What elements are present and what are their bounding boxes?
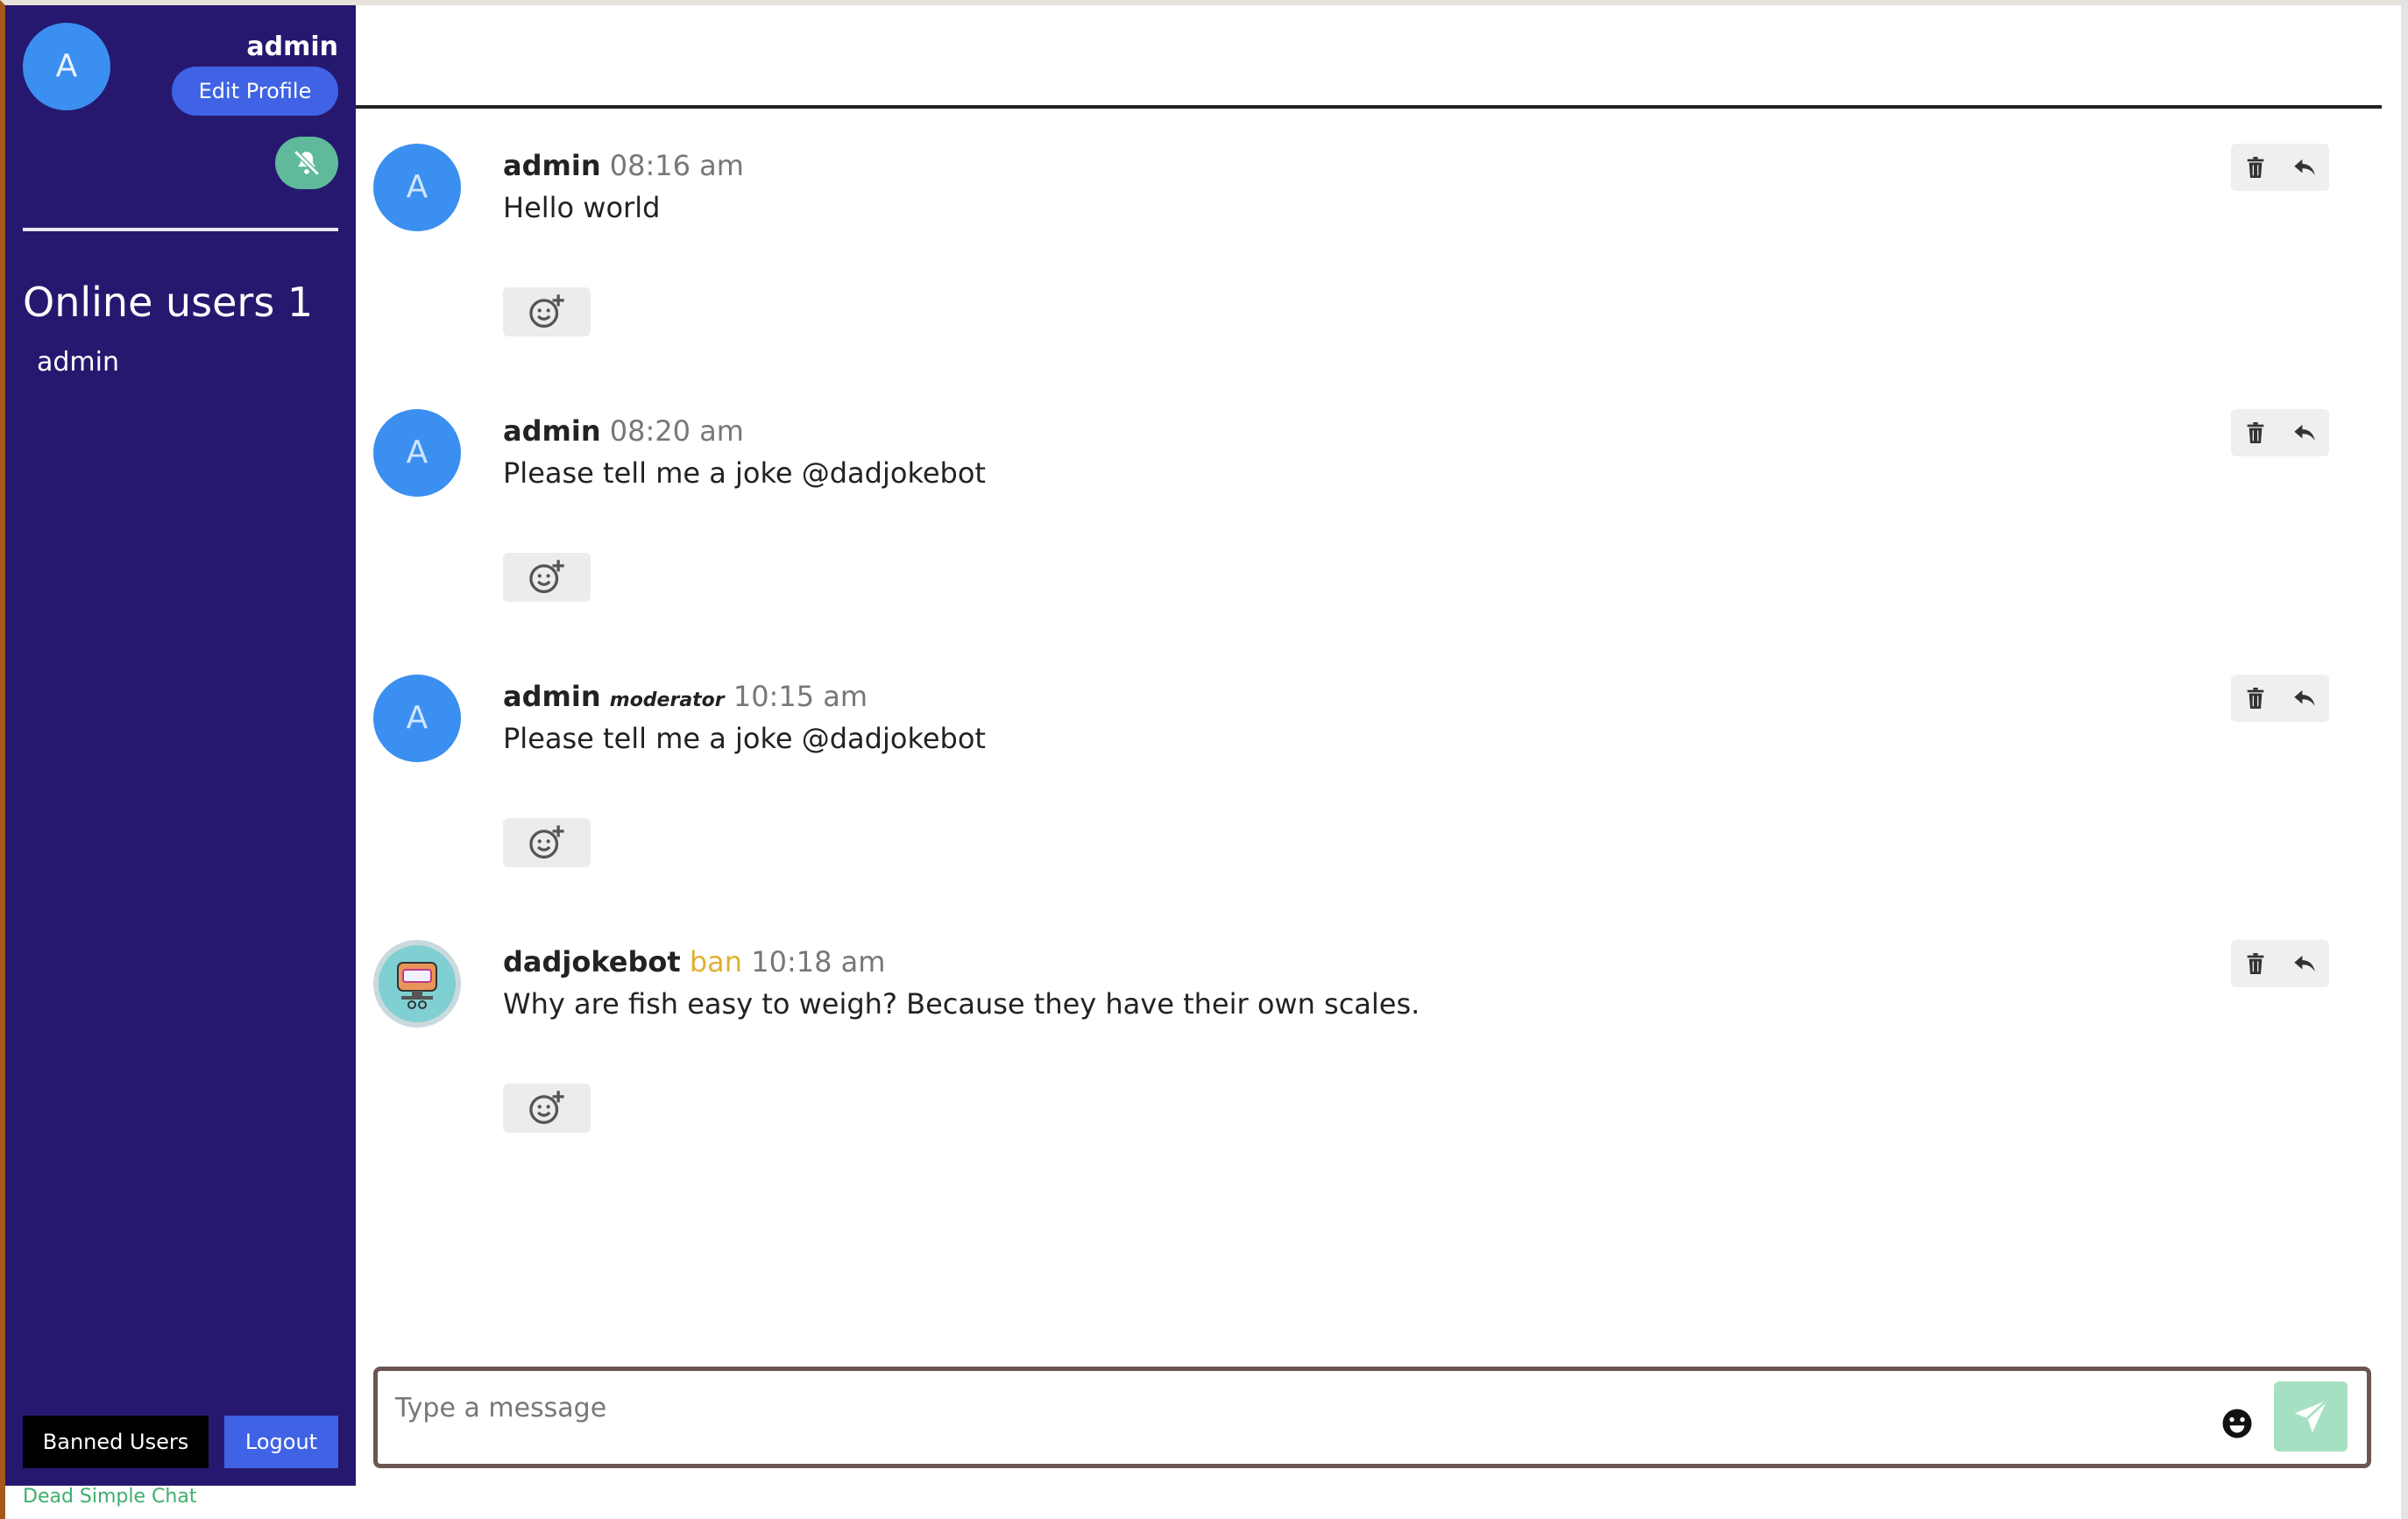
reply-icon	[2294, 424, 2315, 442]
bot-avatar[interactable]	[373, 940, 461, 1028]
banned-users-button[interactable]: Banned Users	[23, 1416, 209, 1468]
add-reaction-button[interactable]	[503, 818, 591, 867]
message-text: Please tell me a joke @dadjokebot	[503, 456, 986, 490]
emoji-icon	[2222, 1409, 2252, 1438]
delete-message-button[interactable]	[2231, 940, 2280, 987]
reply-message-button[interactable]	[2280, 675, 2329, 722]
chat-header	[356, 5, 2382, 109]
role-badge: moderator	[609, 689, 725, 711]
reply-message-button[interactable]	[2280, 940, 2329, 987]
message-composer	[373, 1367, 2371, 1468]
emoji-picker-button[interactable]	[2220, 1406, 2255, 1441]
trash-icon	[2247, 953, 2264, 974]
message-time: 08:16 am	[609, 149, 744, 182]
message-actions	[2231, 144, 2329, 191]
message-input[interactable]	[395, 1388, 2148, 1427]
message-author[interactable]: admin	[503, 149, 601, 182]
message-author[interactable]: dadjokebot	[503, 945, 681, 979]
online-user-item[interactable]: admin	[37, 347, 119, 378]
delete-message-button[interactable]	[2231, 409, 2280, 456]
message-meta: admin 08:16 am	[503, 149, 744, 182]
avatar[interactable]: A	[373, 409, 461, 497]
reply-icon	[2294, 955, 2315, 972]
chat-main: A admin 08:16 am Hello world A admin 08:…	[356, 5, 2382, 1512]
reply-icon	[2294, 159, 2315, 176]
mute-notifications-button[interactable]	[275, 137, 338, 189]
bell-slash-icon	[294, 150, 320, 176]
message-text: Why are fish easy to weigh? Because they…	[503, 987, 1420, 1021]
online-users-title: Online users 1	[23, 279, 314, 326]
reply-icon	[2294, 689, 2315, 707]
message-item: A admin moderator 10:15 am Please tell m…	[356, 639, 2382, 902]
send-button[interactable]	[2274, 1381, 2348, 1452]
message-actions	[2231, 409, 2329, 456]
current-username: admin	[246, 32, 338, 62]
message-item: A admin 08:16 am Hello world	[356, 109, 2382, 371]
logout-button[interactable]: Logout	[224, 1416, 338, 1468]
trash-icon	[2247, 688, 2264, 709]
send-icon	[2294, 1399, 2328, 1433]
message-meta: admin 08:20 am	[503, 414, 744, 448]
reply-message-button[interactable]	[2280, 409, 2329, 456]
delete-message-button[interactable]	[2231, 675, 2280, 722]
avatar[interactable]: A	[23, 23, 110, 110]
add-reaction-button[interactable]	[503, 1084, 591, 1133]
emoji-add-icon	[529, 825, 564, 859]
message-meta: admin moderator 10:15 am	[503, 680, 868, 713]
message-actions	[2231, 940, 2329, 987]
message-item: dadjokebot ban 10:18 am Why are fish eas…	[356, 905, 2382, 1168]
robot-icon	[397, 962, 437, 1009]
footer-brand-link[interactable]: Dead Simple Chat	[23, 1486, 196, 1508]
avatar[interactable]: A	[373, 675, 461, 762]
emoji-add-icon	[529, 1091, 564, 1125]
message-time: 10:18 am	[751, 945, 886, 979]
reply-message-button[interactable]	[2280, 144, 2329, 191]
ban-user-link[interactable]: ban	[690, 945, 742, 979]
message-author[interactable]: admin	[503, 414, 601, 448]
avatar[interactable]: A	[373, 144, 461, 231]
message-text: Hello world	[503, 191, 661, 224]
message-actions	[2231, 675, 2329, 722]
sidebar-divider	[23, 228, 338, 231]
trash-icon	[2247, 157, 2264, 178]
emoji-add-icon	[529, 294, 564, 329]
message-item: A admin 08:20 am Please tell me a joke @…	[356, 374, 2382, 637]
message-author[interactable]: admin	[503, 680, 601, 713]
message-time: 10:15 am	[733, 680, 868, 713]
message-meta: dadjokebot ban 10:18 am	[503, 945, 885, 979]
emoji-add-icon	[529, 560, 564, 594]
delete-message-button[interactable]	[2231, 144, 2280, 191]
add-reaction-button[interactable]	[503, 553, 591, 602]
message-time: 08:20 am	[609, 414, 744, 448]
message-text: Please tell me a joke @dadjokebot	[503, 722, 986, 755]
add-reaction-button[interactable]	[503, 287, 591, 336]
trash-icon	[2247, 422, 2264, 443]
sidebar: A admin Edit Profile Online users 1 admi…	[5, 5, 356, 1486]
edit-profile-button[interactable]: Edit Profile	[172, 67, 338, 116]
